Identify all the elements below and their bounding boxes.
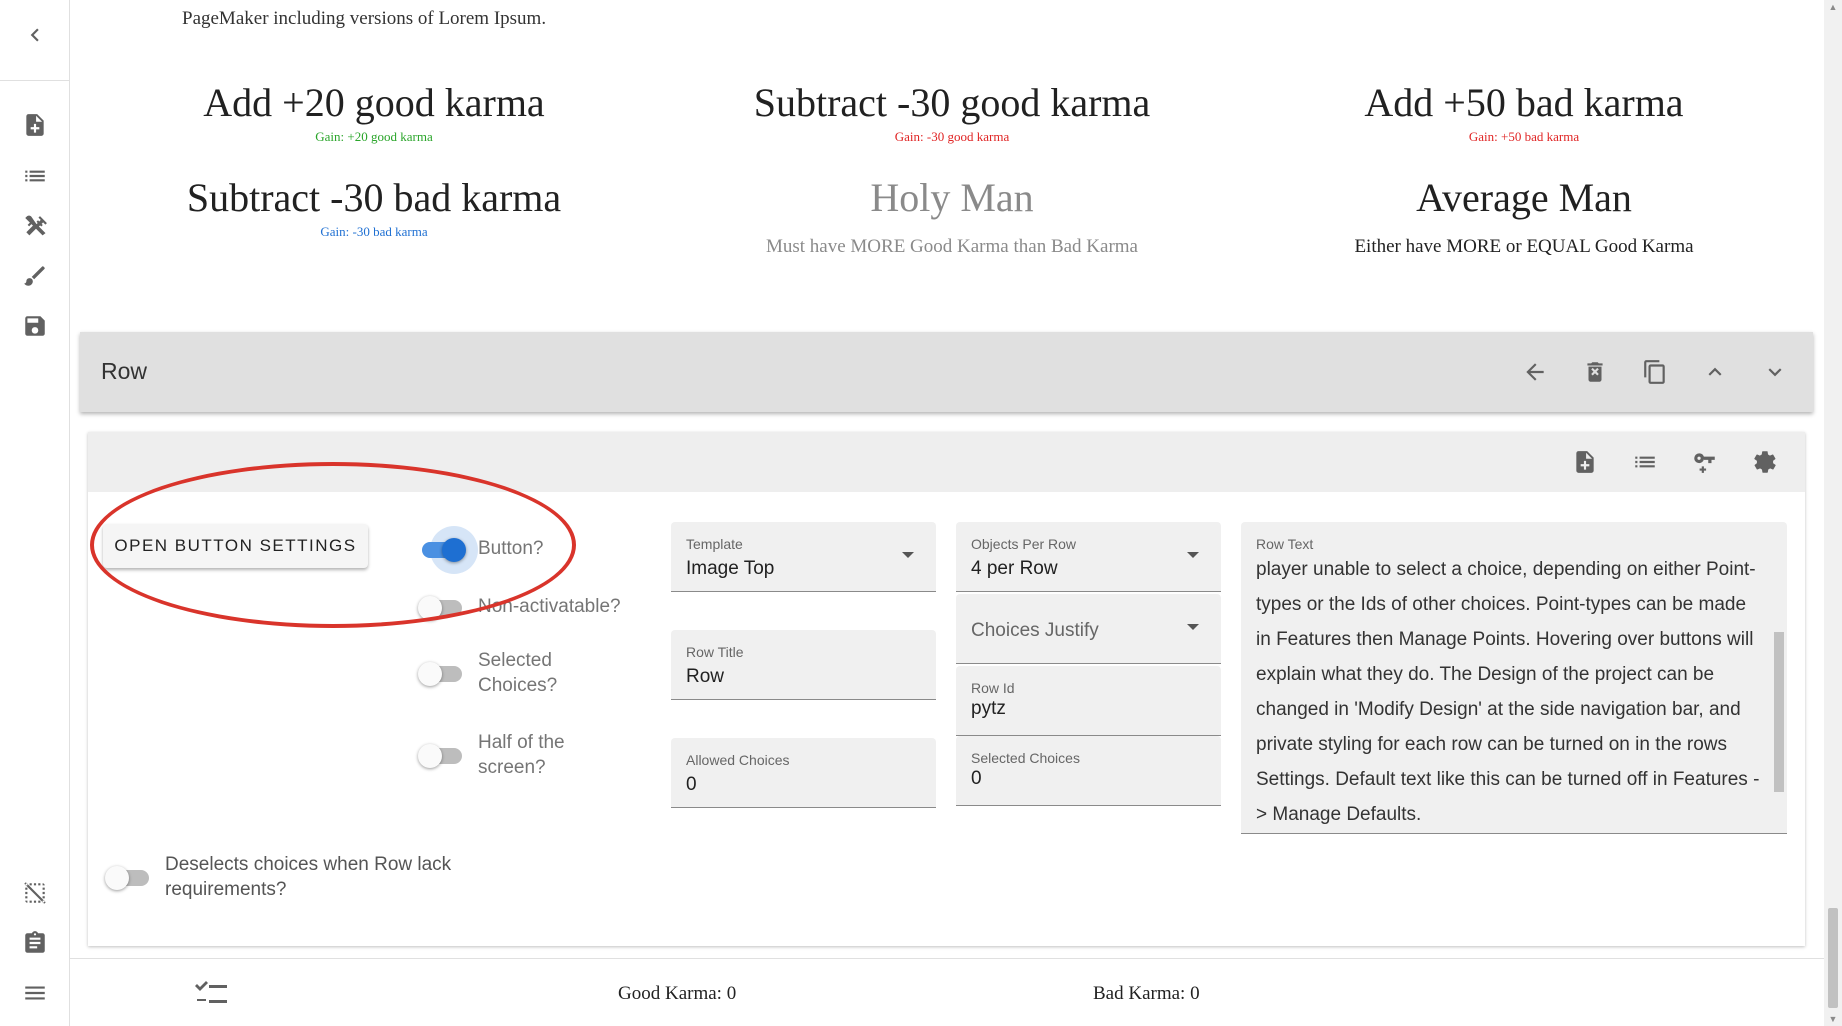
delete-icon[interactable] xyxy=(1575,352,1615,392)
choice-gain: Gain: -30 good karma xyxy=(894,129,1010,144)
annotation-highlight-ellipse xyxy=(90,462,576,628)
allowed-choices-label: Allowed Choices xyxy=(686,752,790,768)
selected-choices-toggle[interactable]: Selected Choices? xyxy=(418,648,598,698)
objects-per-row-select[interactable]: Objects Per Row 4 per Row xyxy=(956,522,1221,592)
selected-choices-switch[interactable] xyxy=(418,660,466,686)
template-label: Template xyxy=(686,536,743,552)
list-icon[interactable] xyxy=(17,158,53,194)
objects-per-row-label: Objects Per Row xyxy=(971,536,1077,552)
half-screen-switch[interactable] xyxy=(418,742,466,768)
deselect-label: Deselects choices when Row lack requirem… xyxy=(165,854,452,900)
tools-icon[interactable] xyxy=(17,208,53,244)
chevron-down-icon[interactable] xyxy=(1755,352,1795,392)
choice-title: Subtract -30 good karma xyxy=(753,80,1151,125)
save-icon[interactable] xyxy=(17,308,53,344)
choices-justify-select[interactable]: Choices Justify xyxy=(956,594,1221,664)
row-text-scrollbar[interactable] xyxy=(1774,552,1784,822)
template-select[interactable]: Template Image Top xyxy=(671,522,936,592)
clipboard-icon[interactable] xyxy=(17,925,53,961)
settings-icon[interactable] xyxy=(1745,442,1785,482)
dropdown-arrow-icon xyxy=(1187,552,1199,558)
choice-title: Add +20 good karma xyxy=(203,80,545,125)
selected-choices-field-label: Selected Choices xyxy=(971,750,1080,766)
objects-per-row-value: 4 per Row xyxy=(971,558,1058,579)
bad-karma-counter: Bad Karma: 0 xyxy=(1093,983,1200,1004)
choice-description: Must have MORE Good Karma than Bad Karma xyxy=(765,236,1138,257)
row-text-area[interactable]: Row Text player unable to select a choic… xyxy=(1241,522,1787,834)
choice-add-bad-karma[interactable]: Add +50 bad karma Gain: +50 bad karma xyxy=(1234,79,1814,145)
selected-choices-label: Selected Choices? xyxy=(478,650,558,696)
choice-gain: Gain: -30 bad karma xyxy=(320,224,428,239)
new-document-icon[interactable] xyxy=(17,107,53,143)
row-toolbar: Row xyxy=(80,332,1813,412)
row-text-value: player unable to select a choice, depend… xyxy=(1256,559,1760,825)
row-title: Row xyxy=(101,358,148,384)
half-screen-label: Half of the screen? xyxy=(478,732,565,778)
deselect-toggle[interactable]: Deselects choices when Row lack requirem… xyxy=(105,852,495,902)
choice-holy-man[interactable]: Holy Man Must have MORE Good Karma than … xyxy=(662,174,1242,258)
menu-icon[interactable] xyxy=(17,975,53,1011)
dropdown-arrow-icon xyxy=(902,552,914,558)
row-title-value: Row xyxy=(686,666,725,687)
list-icon[interactable] xyxy=(1625,442,1665,482)
page-scrollbar[interactable]: ▲ ▼ xyxy=(1824,0,1842,1026)
choice-subtract-bad-karma[interactable]: Subtract -30 bad karma Gain: -30 bad kar… xyxy=(84,174,664,240)
row-title-label: Row Title xyxy=(686,644,744,660)
choice-description: Either have MORE or EQUAL Good Karma xyxy=(1354,236,1694,257)
choices-justify-placeholder: Choices Justify xyxy=(971,620,1099,641)
choice-gain: Gain: +20 good karma xyxy=(315,129,433,144)
choice-subtract-good-karma[interactable]: Subtract -30 good karma Gain: -30 good k… xyxy=(662,79,1242,145)
side-navigation xyxy=(0,0,70,1026)
choice-gain: Gain: +50 bad karma xyxy=(1468,129,1580,144)
chevron-up-icon[interactable] xyxy=(1695,352,1735,392)
arrow-left-icon[interactable] xyxy=(1515,352,1555,392)
choice-title: Holy Man xyxy=(870,175,1034,220)
row-id-value: pytz xyxy=(971,698,1006,719)
brush-icon[interactable] xyxy=(17,258,53,294)
scrollbar-thumb[interactable] xyxy=(1828,908,1838,1008)
allowed-choices-value: 0 xyxy=(686,774,697,795)
half-screen-toggle[interactable]: Half of the screen? xyxy=(418,730,598,780)
template-value: Image Top xyxy=(686,558,775,579)
row-id-field[interactable]: Row Id pytz xyxy=(956,666,1221,736)
intro-text: PageMaker including versions of Lorem Ip… xyxy=(182,8,547,29)
allowed-choices-field[interactable]: Allowed Choices 0 xyxy=(671,738,936,808)
selected-choices-field[interactable]: Selected Choices 0 xyxy=(956,736,1221,806)
row-id-label: Row Id xyxy=(971,680,1015,696)
choice-title: Subtract -30 bad karma xyxy=(186,175,562,220)
row-text-label: Row Text xyxy=(1256,536,1314,552)
main-content: PageMaker including versions of Lorem Ip… xyxy=(70,0,1824,1026)
rail-divider xyxy=(0,80,70,81)
dropdown-arrow-icon xyxy=(1187,624,1199,630)
chevron-left-icon[interactable] xyxy=(17,17,53,53)
choice-average-man[interactable]: Average Man Either have MORE or EQUAL Go… xyxy=(1234,174,1814,258)
copy-icon[interactable] xyxy=(1635,352,1675,392)
selected-choices-field-value: 0 xyxy=(971,768,982,789)
key-plus-icon[interactable] xyxy=(1685,442,1725,482)
scroll-down-arrow-icon[interactable]: ▼ xyxy=(1828,1014,1838,1024)
row-title-field[interactable]: Row Title Row xyxy=(671,630,936,700)
scroll-up-arrow-icon[interactable]: ▲ xyxy=(1828,2,1838,12)
choice-title: Average Man xyxy=(1416,175,1632,220)
points-footer: Good Karma: 0 Bad Karma: 0 xyxy=(70,958,1824,1026)
choice-add-good-karma[interactable]: Add +20 good karma Gain: +20 good karma xyxy=(84,79,664,145)
good-karma-counter: Good Karma: 0 xyxy=(618,983,737,1004)
checklist-icon[interactable] xyxy=(195,979,229,1014)
deselect-icon[interactable] xyxy=(17,875,53,911)
deselect-switch[interactable] xyxy=(105,864,153,890)
add-document-icon[interactable] xyxy=(1565,442,1605,482)
choice-title: Add +50 bad karma xyxy=(1364,80,1684,125)
